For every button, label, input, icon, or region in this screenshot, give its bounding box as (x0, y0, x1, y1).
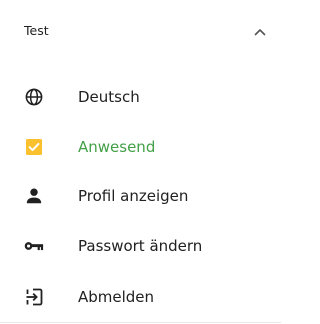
collapse-button[interactable] (250, 24, 270, 40)
person-icon (24, 187, 44, 205)
checkbox-checked-icon (24, 138, 44, 156)
menu-item-status-present[interactable]: Anwesend (0, 123, 281, 171)
menu-item-logout[interactable]: Abmelden (0, 273, 281, 321)
key-icon (24, 237, 44, 255)
menu-item-label: Deutsch (78, 88, 140, 106)
logout-icon (24, 288, 44, 306)
menu-item-language[interactable]: Deutsch (0, 73, 281, 121)
menu-item-label: Profil anzeigen (78, 187, 189, 205)
menu-item-change-password[interactable]: Passwort ändern (0, 222, 281, 270)
menu-item-view-profile[interactable]: Profil anzeigen (0, 172, 281, 220)
menu-item-label: Passwort ändern (78, 237, 203, 255)
menu-item-label: Abmelden (78, 288, 155, 306)
menu-item-label: Anwesend (78, 138, 156, 156)
chevron-up-icon (254, 29, 266, 36)
user-menu-header: Test (0, 0, 281, 64)
user-name: Test (24, 23, 49, 38)
user-menu-panel: Test Deutsch Anwesend Profil anzeigen Pa… (0, 0, 281, 324)
divider (0, 322, 281, 323)
globe-icon (24, 88, 44, 106)
